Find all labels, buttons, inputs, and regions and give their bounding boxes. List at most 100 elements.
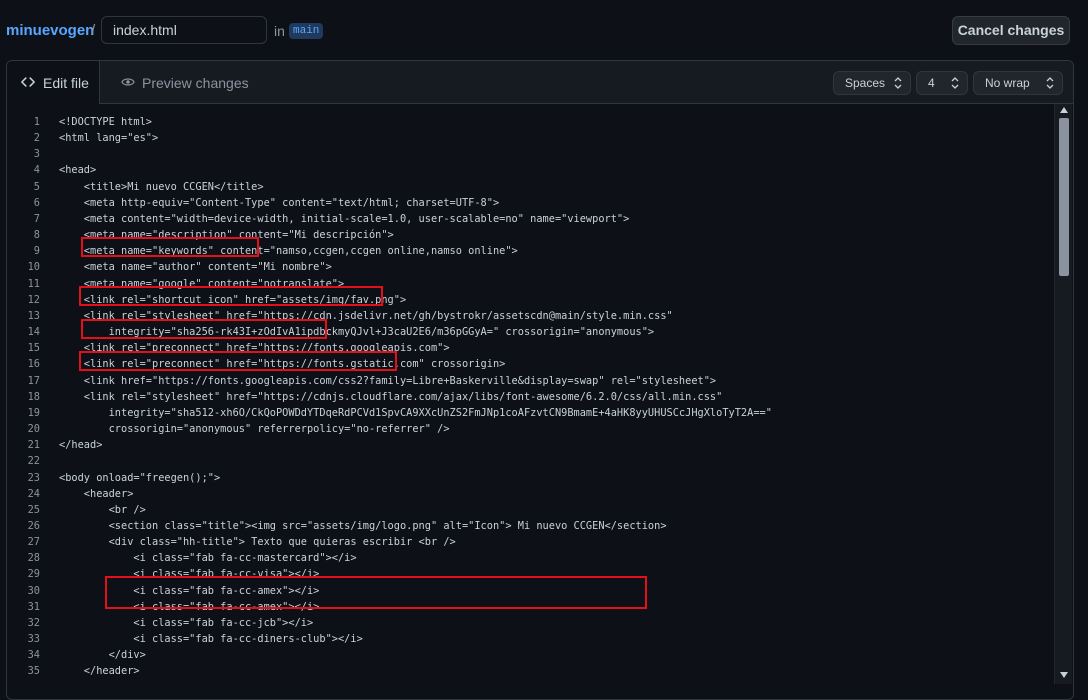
code-line[interactable]: 6 <meta http-equiv="Content-Type" conten… [7, 195, 1047, 211]
code-text[interactable]: <meta name="keywords" content="namso,ccg… [59, 243, 518, 259]
line-number: 23 [27, 471, 40, 484]
line-number: 4 [33, 164, 40, 177]
wrap-mode-select[interactable]: No wrap [973, 71, 1063, 95]
code-text[interactable]: <link rel="shortcut icon" href="assets/i… [59, 292, 406, 308]
code-text[interactable]: <i class="fab fa-cc-amex"></i> [59, 599, 319, 615]
code-text[interactable]: <html lang="es"> [59, 130, 158, 146]
code-line[interactable]: 4 <head> [7, 162, 1047, 178]
line-number: 22 [27, 455, 40, 468]
code-text[interactable]: integrity="sha256-rk43I+zOdIvA1ipdbckmyQ… [59, 324, 655, 340]
branch-badge[interactable]: main [289, 23, 324, 39]
indent-mode-select[interactable]: Spaces [833, 71, 911, 95]
tab-edit-file-label: Edit file [43, 75, 89, 91]
code-line[interactable]: 27 <div class="hh-title"> Texto que quie… [7, 534, 1047, 550]
code-text[interactable]: <link href="https://fonts.googleapis.com… [59, 373, 716, 389]
line-number: 15 [27, 342, 40, 355]
code-line[interactable]: 15 <link rel="preconnect" href="https://… [7, 340, 1047, 356]
code-text[interactable]: <meta http-equiv="Content-Type" content=… [59, 195, 499, 211]
code-line[interactable]: 18 <link rel="stylesheet" href="https://… [7, 389, 1047, 405]
code-text[interactable]: <link rel="stylesheet" href="https://cdn… [59, 389, 723, 405]
code-line[interactable]: 22 [7, 453, 1047, 469]
line-number: 24 [27, 487, 40, 500]
code-text[interactable]: <meta name="google" content="notranslate… [59, 276, 344, 292]
code-line[interactable]: 25 <br /> [7, 502, 1047, 518]
cancel-changes-button[interactable]: Cancel changes [952, 16, 1070, 45]
code-line[interactable]: 2 <html lang="es"> [7, 130, 1047, 146]
code-line[interactable]: 26 <section class="title"><img src="asse… [7, 518, 1047, 534]
code-text[interactable]: <meta name="author" content="Mi nombre"> [59, 259, 332, 275]
code-text[interactable]: <body onload="freegen();"> [59, 470, 220, 486]
code-text[interactable]: <i class="fab fa-cc-jcb"></i> [59, 615, 313, 631]
code-text[interactable]: <link rel="stylesheet" href="https://cdn… [59, 308, 673, 324]
code-text[interactable]: <link rel="preconnect" href="https://fon… [59, 356, 506, 372]
code-line[interactable]: 10 <meta name="author" content="Mi nombr… [7, 259, 1047, 275]
code-text[interactable]: <meta content="width=device-width, initi… [59, 211, 630, 227]
code-icon [21, 77, 35, 87]
code-line[interactable]: 31 <i class="fab fa-cc-amex"></i> [7, 599, 1047, 615]
line-number: 32 [27, 616, 40, 629]
code-text[interactable]: <title>Mi nuevo CCGEN</title> [59, 179, 264, 195]
code-line[interactable]: 28 <i class="fab fa-cc-mastercard"></i> [7, 550, 1047, 566]
code-line[interactable]: 3 [7, 146, 1047, 162]
line-number: 13 [27, 309, 40, 322]
filename-input[interactable] [101, 16, 267, 44]
code-text[interactable]: <i class="fab fa-cc-amex"></i> [59, 583, 319, 599]
indent-size-select[interactable]: 4 [916, 71, 968, 95]
code-text[interactable]: <!DOCTYPE html> [59, 114, 152, 130]
code-text[interactable]: </header> [59, 663, 140, 679]
code-text[interactable]: <link rel="preconnect" href="https://fon… [59, 340, 450, 356]
code-text[interactable]: <section class="title"><img src="assets/… [59, 518, 667, 534]
path-separator: / [91, 22, 96, 39]
code-line[interactable]: 5 <title>Mi nuevo CCGEN</title> [7, 179, 1047, 195]
code-text[interactable]: <div class="hh-title"> Texto que quieras… [59, 534, 456, 550]
code-text[interactable]: <i class="fab fa-cc-mastercard"></i> [59, 550, 356, 566]
line-number: 17 [27, 374, 40, 387]
line-number: 33 [27, 633, 40, 646]
code-text[interactable]: <header> [59, 486, 134, 502]
code-text[interactable]: <br /> [59, 502, 146, 518]
line-number: 8 [33, 229, 40, 242]
code-line[interactable]: 32 <i class="fab fa-cc-jcb"></i> [7, 615, 1047, 631]
code-text[interactable]: </div> [59, 647, 146, 663]
code-line[interactable]: 35 </header> [7, 663, 1047, 679]
code-text[interactable]: <head> [59, 162, 96, 178]
code-text[interactable]: crossorigin="anonymous" referrerpolicy="… [59, 421, 450, 437]
scrollbar-thumb[interactable] [1059, 118, 1069, 276]
repo-link[interactable]: minuevogen [6, 22, 94, 39]
code-line[interactable]: 30 <i class="fab fa-cc-amex"></i> [7, 583, 1047, 599]
code-line[interactable]: 1 <!DOCTYPE html> [7, 114, 1047, 130]
code-text[interactable]: </head> [59, 437, 102, 453]
code-line[interactable]: 24 <header> [7, 486, 1047, 502]
code-line[interactable]: 12 <link rel="shortcut icon" href="asset… [7, 292, 1047, 308]
code-line[interactable]: 14 integrity="sha256-rk43I+zOdIvA1ipdbck… [7, 324, 1047, 340]
line-number: 21 [27, 439, 40, 452]
vertical-scrollbar[interactable] [1054, 104, 1072, 684]
line-number: 6 [33, 196, 40, 209]
code-line[interactable]: 21 </head> [7, 437, 1047, 453]
code-editor[interactable]: 35 </header> 34 </div> 33 <i class="fab fa… [7, 104, 1073, 699]
code-text[interactable]: integrity="sha512-xh6O/CkQoPOWDdYTDqeRdP… [59, 405, 772, 421]
code-line[interactable]: 16 <link rel="preconnect" href="https://… [7, 356, 1047, 372]
code-line[interactable]: 7 <meta content="width=device-width, ini… [7, 211, 1047, 227]
code-line[interactable]: 23 <body onload="freegen();"> [7, 470, 1047, 486]
code-line[interactable]: 34 </div> [7, 647, 1047, 663]
line-number: 7 [33, 212, 40, 225]
code-line[interactable]: 13 <link rel="stylesheet" href="https://… [7, 308, 1047, 324]
tab-edit-file[interactable]: Edit file [7, 61, 100, 104]
code-text[interactable]: <i class="fab fa-cc-diners-club"></i> [59, 631, 362, 647]
code-line[interactable]: 9 <meta name="keywords" content="namso,c… [7, 243, 1047, 259]
line-number: 30 [27, 584, 40, 597]
code-line[interactable]: 33 <i class="fab fa-cc-diners-club"></i> [7, 631, 1047, 647]
code-line[interactable]: 20 crossorigin="anonymous" referrerpolic… [7, 421, 1047, 437]
scroll-up-arrow-icon[interactable] [1060, 107, 1068, 113]
code-line[interactable]: 17 <link href="https://fonts.googleapis.… [7, 373, 1047, 389]
code-text[interactable]: <meta name="description" content="Mi des… [59, 227, 394, 243]
code-line[interactable]: 8 <meta name="description" content="Mi d… [7, 227, 1047, 243]
code-line[interactable]: 19 integrity="sha512-xh6O/CkQoPOWDdYTDqe… [7, 405, 1047, 421]
code-text[interactable]: <i class="fab fa-cc-visa"></i> [59, 566, 319, 582]
file-header: minuevogen / in main Cancel changes [0, 0, 1088, 60]
in-label: in [274, 23, 285, 39]
code-line[interactable]: 11 <meta name="google" content="notransl… [7, 276, 1047, 292]
scroll-down-arrow-icon[interactable] [1060, 672, 1068, 678]
code-line[interactable]: 29 <i class="fab fa-cc-visa"></i> [7, 566, 1047, 582]
